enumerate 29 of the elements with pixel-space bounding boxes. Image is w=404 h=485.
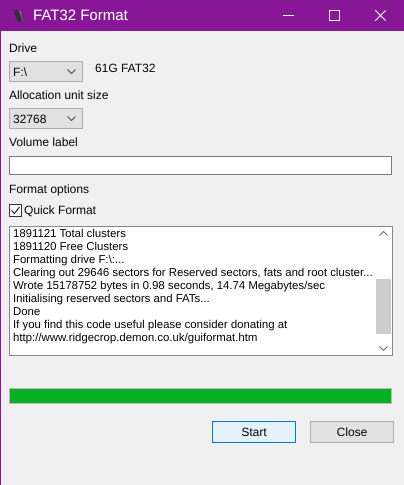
log-line: Wrote 15178752 bytes in 0.98 seconds, 14.74 Megabytes/sec bbox=[13, 280, 325, 293]
chevron-icon bbox=[67, 69, 76, 74]
allocation-dropdown[interactable]: 32768 bbox=[9, 108, 83, 129]
drive-info: 61G FAT32 bbox=[95, 61, 156, 75]
scrollbar-thumb[interactable] bbox=[376, 279, 391, 334]
log-line: Done bbox=[13, 306, 40, 319]
chevron-icon bbox=[67, 116, 76, 121]
log-line: 1891121 Total clusters bbox=[13, 228, 126, 241]
drive-label: Drive bbox=[9, 41, 38, 55]
log-line: Initialising reserved sectors and FATs... bbox=[13, 293, 210, 306]
volume-field[interactable] bbox=[9, 156, 392, 175]
start-button[interactable]: Start bbox=[212, 421, 296, 443]
window-title: FAT32 Format bbox=[33, 7, 128, 24]
close-button[interactable]: Close bbox=[310, 421, 394, 443]
log-line: 1891120 Free Clusters bbox=[13, 241, 128, 254]
quick-format-checkbox[interactable] bbox=[9, 204, 22, 216]
volume-label: Volume label bbox=[9, 135, 78, 149]
allocation-label: Allocation unit size bbox=[9, 88, 108, 102]
drive-dropdown[interactable]: F:\ bbox=[9, 61, 83, 82]
scroll-down-icon[interactable] bbox=[379, 346, 388, 351]
log-line: http://www.ridgecrop.demon.co.uk/guiformat.htm bbox=[13, 332, 258, 345]
log-line: Clearing out 29646 sectors for Reserved sectors, fats and root cluster... bbox=[13, 267, 373, 280]
log-line: Formatting drive F:\:... bbox=[13, 254, 124, 267]
maximize-icon[interactable] bbox=[329, 10, 340, 21]
log-line: If you find this code useful please consider donating at bbox=[13, 319, 288, 332]
format-options-label: Format options bbox=[9, 182, 90, 196]
quick-format-label[interactable]: Quick Format bbox=[24, 203, 96, 217]
close-icon[interactable] bbox=[375, 10, 386, 21]
scroll-up-icon[interactable] bbox=[379, 231, 388, 236]
